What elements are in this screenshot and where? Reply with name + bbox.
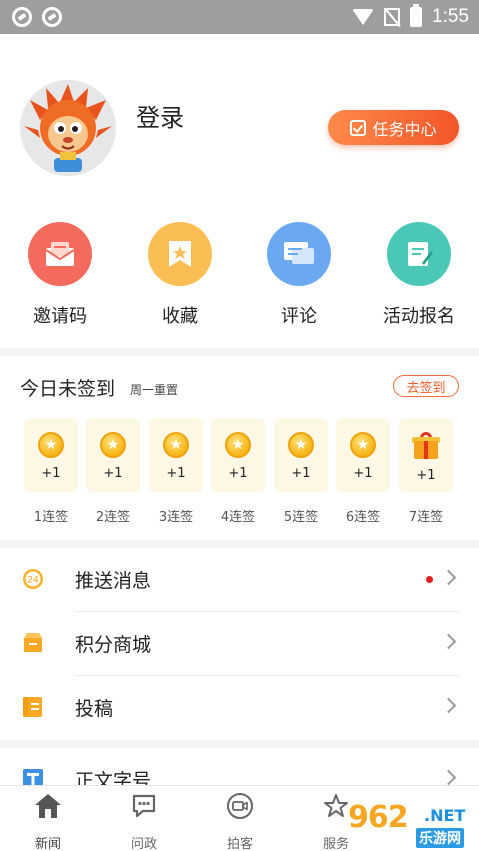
day-label: 1连签 [33, 510, 69, 525]
sign-in-reset-note: 周一重置 [130, 383, 179, 397]
menu-item-label: 推送消息 [75, 570, 152, 592]
push-badge-text: 24 [27, 576, 39, 586]
quick-action-label: 评论 [281, 306, 317, 327]
sign-in-day: ★ +1 1连签 [24, 418, 78, 525]
watermark-net: .NET [424, 806, 466, 825]
sign-in-day-card: ★ +1 [274, 418, 328, 492]
nav-tab-inquiry[interactable]: 问政 [96, 792, 192, 851]
coin-icon: ★ [350, 432, 376, 458]
menu-item-push-messages[interactable]: 24 推送消息 [0, 548, 479, 612]
my-page: 1:55 登录 任务中心 邀请码 收藏 评论 活动报名 今日未签到 周一重置 去… [0, 0, 479, 851]
notification-app-icon [42, 7, 62, 27]
coin-icon: ★ [38, 432, 64, 458]
menu-item-label: 投稿 [75, 698, 114, 720]
sign-in-day: ★ +1 6连签 [336, 418, 390, 525]
sign-in-button[interactable]: 去签到 [393, 375, 459, 397]
watermark-main: 962 [348, 800, 409, 835]
day-label: 6连签 [345, 510, 381, 525]
sign-in-day-card: ★ +1 [211, 418, 265, 492]
coin-icon: ★ [288, 432, 314, 458]
comment-icon [267, 222, 331, 286]
day-reward: +1 [103, 466, 123, 481]
chevron-right-icon [440, 633, 457, 650]
chevron-right-icon [440, 697, 457, 714]
sign-in-day: +1 7连签 [399, 418, 453, 525]
day-label: 4连签 [220, 510, 256, 525]
chat-icon [132, 794, 156, 818]
status-time: 1:55 [432, 6, 469, 27]
chevron-right-icon [440, 769, 457, 786]
day-reward: +1 [353, 466, 373, 481]
day-label: 7连签 [408, 510, 444, 525]
sign-in-day-card: +1 [399, 418, 453, 492]
menu-item-contribute[interactable]: 投稿 [0, 676, 479, 740]
contribute-icon [23, 697, 42, 717]
section-divider [0, 348, 479, 356]
watermark-sub: 乐游网 [416, 828, 464, 848]
status-indicators: 1:55 [352, 4, 469, 29]
day-reward: +1 [166, 466, 186, 481]
sign-in-day: ★ +1 3连签 [149, 418, 203, 525]
quick-action-invite[interactable]: 邀请码 [10, 222, 110, 328]
sign-in-day-card: ★ +1 [24, 418, 78, 492]
signup-form-icon [387, 222, 451, 286]
wifi-icon [352, 9, 375, 25]
quick-action-label: 邀请码 [33, 306, 87, 327]
battery-icon [410, 4, 423, 27]
nav-label: 拍客 [226, 837, 253, 851]
gift-icon [412, 432, 440, 460]
login-link[interactable]: 登录 [136, 98, 184, 133]
quick-action-label: 收藏 [162, 306, 198, 327]
home-icon [35, 794, 61, 818]
sign-in-day-card: ★ +1 [149, 418, 203, 492]
nav-label: 新闻 [34, 837, 61, 851]
quick-action-label: 活动报名 [383, 306, 455, 327]
day-label: 5连签 [283, 510, 319, 525]
nav-tab-news[interactable]: 新闻 [0, 792, 96, 851]
day-label: 3连签 [158, 510, 194, 525]
lion-mascot-icon [20, 80, 116, 176]
menu-item-points-mall[interactable]: 积分商城 [0, 612, 479, 676]
sign-in-status: 今日未签到 [20, 378, 116, 400]
notification-app-icon [12, 7, 32, 27]
sign-in-day-card: ★ +1 [336, 418, 390, 492]
chevron-right-icon [440, 569, 457, 586]
notification-icons [12, 7, 62, 27]
status-bar: 1:55 [0, 0, 479, 34]
nav-label: 问政 [130, 837, 157, 851]
shop-icon [24, 633, 42, 652]
day-reward: +1 [291, 466, 311, 481]
sign-in-day: ★ +1 4连签 [211, 418, 265, 525]
quick-action-favorites[interactable]: 收藏 [130, 222, 230, 328]
bookmark-icon [148, 222, 212, 286]
push-24-icon: 24 [23, 569, 43, 589]
nav-tab-paike[interactable]: 拍客 [192, 792, 288, 851]
sign-in-day-card: ★ +1 [86, 418, 140, 492]
calendar-check-icon [350, 119, 367, 136]
no-signal-icon [384, 8, 401, 26]
unread-dot [426, 576, 433, 583]
avatar[interactable] [20, 80, 116, 176]
coin-icon: ★ [225, 432, 251, 458]
invite-mail-icon [28, 222, 92, 286]
quick-action-comments[interactable]: 评论 [249, 222, 349, 328]
video-icon [227, 793, 253, 819]
quick-action-event-signup[interactable]: 活动报名 [369, 222, 469, 328]
day-reward: +1 [41, 466, 61, 481]
menu-item-label: 积分商城 [75, 634, 152, 656]
task-center-label: 任务中心 [372, 119, 437, 139]
day-reward: +1 [416, 468, 436, 483]
sign-in-day: ★ +1 5连签 [274, 418, 328, 525]
coin-icon: ★ [100, 432, 126, 458]
day-reward: +1 [228, 466, 248, 481]
day-label: 2连签 [95, 510, 131, 525]
section-divider [0, 740, 479, 748]
section-divider [0, 540, 479, 548]
site-watermark-logo: 962 .NET 乐游网 [338, 800, 479, 851]
coin-icon: ★ [163, 432, 189, 458]
sign-in-day: ★ +1 2连签 [86, 418, 140, 525]
task-center-button[interactable]: 任务中心 [328, 110, 459, 145]
